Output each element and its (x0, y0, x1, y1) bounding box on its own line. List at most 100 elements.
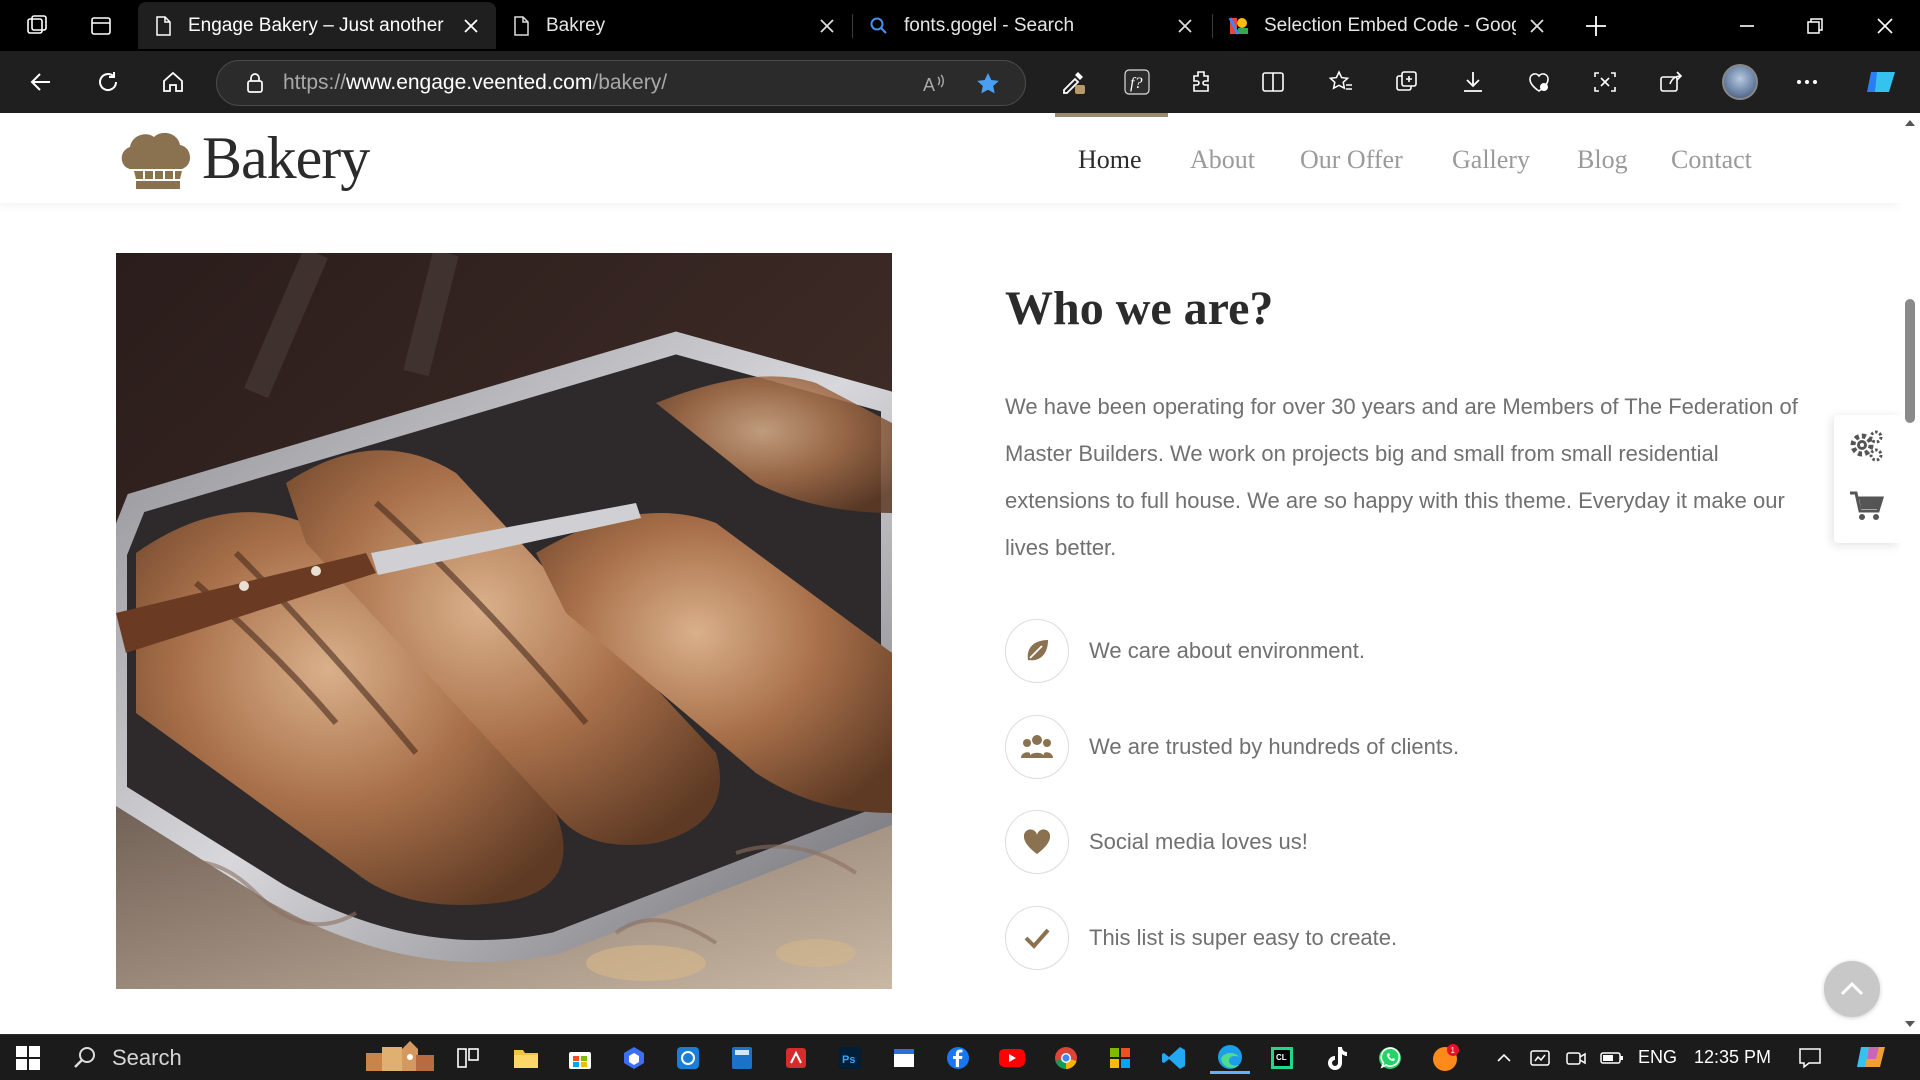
scrollbar-thumb[interactable] (1905, 299, 1915, 423)
feature-icon-circle (1005, 715, 1069, 779)
browser-essentials-icon[interactable] (1518, 61, 1560, 103)
svg-text:Ps: Ps (842, 1054, 855, 1066)
microsoft-store-icon[interactable] (564, 1042, 596, 1074)
whatsapp-icon[interactable] (1374, 1042, 1406, 1074)
app-icon-blue-hex[interactable] (618, 1042, 650, 1074)
app-icon-calculator[interactable] (726, 1042, 758, 1074)
favorites-icon[interactable] (1320, 61, 1362, 103)
photoshop-icon[interactable]: Ps (834, 1042, 866, 1074)
chevron-up-icon[interactable] (1488, 1042, 1520, 1074)
read-aloud-icon[interactable]: A (921, 71, 947, 97)
clock[interactable]: 12:35 PM (1694, 1047, 1771, 1068)
close-tab-icon[interactable] (1174, 15, 1196, 37)
split-screen-icon[interactable] (1252, 61, 1294, 103)
nav-contact[interactable]: Contact (1671, 145, 1752, 175)
vscode-icon[interactable] (1158, 1042, 1190, 1074)
page-icon (156, 15, 171, 36)
chrome-icon[interactable] (1050, 1042, 1082, 1074)
tab-title: Engage Bakery – Just another Eng (188, 14, 450, 36)
windows-start-icon[interactable] (12, 1042, 44, 1074)
tab-bakrey[interactable]: Bakrey (496, 2, 852, 49)
tab-engage-bakery[interactable]: Engage Bakery – Just another Eng (138, 2, 496, 49)
settings-gears-icon[interactable] (1848, 427, 1886, 465)
restore-icon[interactable] (1782, 0, 1848, 51)
facebook-icon[interactable] (942, 1042, 974, 1074)
new-tab-icon[interactable] (1582, 12, 1610, 40)
tiktok-icon[interactable] (1320, 1042, 1352, 1074)
tray-app-icon[interactable] (1524, 1042, 1556, 1074)
back-icon[interactable] (20, 61, 62, 103)
chef-hat-icon (121, 132, 191, 189)
search-icon (870, 17, 887, 34)
feature-text: We are trusted by hundreds of clients. (1089, 734, 1460, 759)
shopping-cart-icon[interactable] (1848, 487, 1886, 525)
clion-icon[interactable]: CL (1266, 1042, 1298, 1074)
floating-side-panel (1834, 415, 1900, 543)
page-scrollbar[interactable] (1900, 113, 1920, 1034)
browser-toolbar: https://www.engage.veented.com/bakery/ A… (0, 51, 1920, 113)
nav-gallery[interactable]: Gallery (1452, 145, 1530, 175)
share-icon[interactable] (1650, 61, 1692, 103)
bakery-photo (116, 253, 892, 989)
font-extension-icon[interactable]: f? (1116, 61, 1158, 103)
collections-icon[interactable] (1386, 61, 1428, 103)
feature-text: Social media loves us! (1089, 829, 1308, 854)
scroll-up-arrow-icon[interactable] (1904, 117, 1916, 129)
youtube-icon[interactable] (996, 1042, 1028, 1074)
feature-text: This list is super easy to create. (1089, 925, 1398, 950)
taskbar-search[interactable]: Search (58, 1039, 444, 1077)
battery-icon[interactable] (1596, 1042, 1628, 1074)
address-bar[interactable]: https://www.engage.veented.com/bakery/ A (216, 60, 1026, 106)
tab-google-fonts[interactable]: Selection Embed Code - Google F (1214, 2, 1562, 49)
feature-icon-circle (1005, 906, 1069, 970)
edge-icon[interactable] (1210, 1042, 1250, 1074)
close-window-icon[interactable] (1852, 0, 1918, 51)
app-icon-orange[interactable]: 1 (1430, 1042, 1462, 1074)
profile-avatar[interactable] (1722, 64, 1758, 100)
minimize-icon[interactable] (1714, 0, 1780, 51)
screenshot-icon[interactable] (1584, 61, 1626, 103)
site-logo[interactable]: Bakery (116, 123, 370, 193)
section-title: Who we are? (1005, 282, 1274, 335)
check-icon (1024, 928, 1050, 949)
refresh-icon[interactable] (87, 61, 129, 103)
extensions-icon[interactable] (1180, 61, 1222, 103)
close-tab-icon[interactable] (1526, 15, 1548, 37)
lock-icon[interactable] (243, 71, 267, 95)
tab-title: fonts.gogel - Search (904, 14, 1075, 36)
home-icon[interactable] (152, 61, 194, 103)
nav-about[interactable]: About (1190, 145, 1255, 175)
file-explorer-icon[interactable] (510, 1042, 542, 1074)
app-icon-red[interactable] (780, 1042, 812, 1074)
copilot-taskbar-icon[interactable] (1852, 1042, 1892, 1074)
scroll-to-top-button[interactable] (1824, 961, 1880, 1017)
downloads-icon[interactable] (1452, 61, 1494, 103)
notifications-icon[interactable] (1794, 1042, 1826, 1074)
nav-our-offer[interactable]: Our Offer (1300, 145, 1403, 175)
app-icon-sync[interactable] (672, 1042, 704, 1074)
tab-fonts-search[interactable]: fonts.gogel - Search (854, 2, 1210, 49)
close-tab-icon[interactable] (816, 15, 838, 37)
vertical-tabs-icon[interactable] (78, 0, 124, 51)
more-options-icon[interactable] (1786, 61, 1828, 103)
feature-item: Social media loves us! (1005, 810, 1308, 874)
nav-home[interactable]: Home (1078, 145, 1142, 175)
logo-text: Bakery (202, 124, 370, 191)
workspaces-icon[interactable] (14, 0, 60, 51)
language-indicator[interactable]: ENG (1638, 1047, 1677, 1068)
svg-text:A: A (923, 75, 935, 95)
app-icon-colorful[interactable] (1104, 1042, 1136, 1074)
scroll-down-arrow-icon[interactable] (1904, 1018, 1916, 1030)
close-tab-icon[interactable] (460, 15, 482, 37)
meet-now-icon[interactable] (1560, 1042, 1592, 1074)
nav-blog[interactable]: Blog (1577, 145, 1628, 175)
search-icon (74, 1047, 95, 1068)
color-picker-extension-icon[interactable] (1052, 61, 1094, 103)
favorite-star-icon[interactable] (975, 71, 1001, 97)
app-icon-window[interactable] (888, 1042, 920, 1074)
task-view-icon[interactable] (452, 1042, 484, 1074)
copilot-icon[interactable] (1860, 61, 1902, 103)
heart-icon (1023, 829, 1051, 854)
page-icon (514, 15, 529, 36)
tab-title: Selection Embed Code - Google F (1264, 14, 1516, 36)
